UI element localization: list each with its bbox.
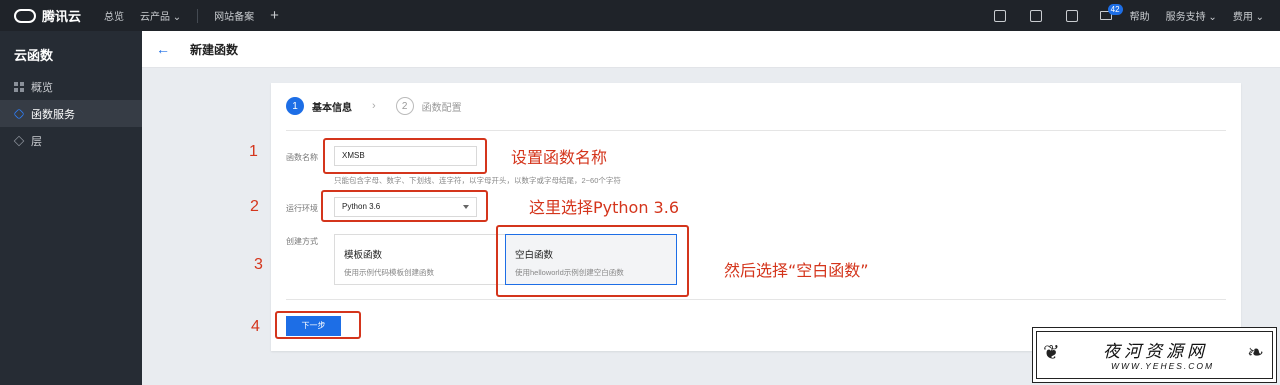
page-title: 新建函数 bbox=[190, 42, 239, 57]
function-name-label: 函数名称 bbox=[286, 153, 318, 162]
chevron-right-icon: › bbox=[372, 100, 376, 112]
brand-logo[interactable]: 腾讯云 bbox=[0, 6, 96, 25]
annotation-box-name bbox=[323, 138, 487, 174]
back-arrow-icon[interactable]: ← bbox=[156, 41, 170, 57]
sidebar-item-label: 函数服务 bbox=[31, 108, 75, 121]
page-header: ← 新建函数 bbox=[142, 31, 1280, 68]
runtime-label: 运行环境 bbox=[286, 204, 318, 213]
apps-icon[interactable] bbox=[993, 9, 1006, 22]
brand-name: 腾讯云 bbox=[42, 9, 82, 24]
create-method-label: 创建方式 bbox=[286, 237, 318, 246]
support-menu[interactable]: 服务支持 ⌄ bbox=[1166, 8, 1217, 23]
step-1-number: 1 bbox=[286, 97, 304, 115]
nav-products[interactable]: 云产品 ⌄ bbox=[140, 8, 181, 23]
add-shortcut-icon[interactable]: + bbox=[270, 7, 279, 24]
annotation-number: 1 bbox=[249, 143, 258, 160]
sidebar-item-functions[interactable]: 函数服务 bbox=[0, 100, 142, 127]
option-desc: 使用示例代码模板创建函数 bbox=[344, 268, 434, 277]
option-title: 模板函数 bbox=[344, 250, 383, 261]
layers-icon bbox=[13, 135, 25, 146]
sidebar-item-label: 层 bbox=[31, 135, 42, 148]
cloud-logo-icon bbox=[14, 8, 36, 23]
divider bbox=[286, 299, 1226, 300]
watermark-logo: ❦ ❧ 夜河资源网 WWW.YEHES.COM bbox=[1032, 327, 1277, 383]
sidebar-item-layers[interactable]: 层 bbox=[0, 127, 142, 154]
step-1-label: 基本信息 bbox=[312, 102, 352, 114]
nav-divider bbox=[197, 8, 199, 23]
sidebar-title: 云函数 bbox=[14, 48, 54, 63]
messages-button[interactable]: 42 bbox=[1099, 4, 1123, 20]
watermark-url: WWW.YEHES.COM bbox=[1111, 361, 1215, 371]
template-function-option[interactable]: 模板函数 使用示例代码模板创建函数 bbox=[334, 234, 506, 285]
swirl-ornament-icon: ❦ bbox=[1043, 340, 1060, 364]
step-2-label: 函数配置 bbox=[421, 102, 462, 114]
sidebar-item-label: 概览 bbox=[31, 81, 53, 94]
billing-menu[interactable]: 费用 ⌄ bbox=[1233, 8, 1264, 23]
annotation-number: 2 bbox=[250, 198, 259, 215]
annotation-box-next bbox=[275, 311, 361, 339]
grid-icon bbox=[14, 81, 24, 92]
steps-indicator: 1 基本信息 › 2 函数配置 bbox=[286, 97, 462, 115]
function-icon bbox=[13, 107, 25, 120]
sidebar-item-overview[interactable]: 概览 bbox=[0, 73, 142, 100]
step-2-number: 2 bbox=[395, 97, 414, 115]
document-icon[interactable] bbox=[1065, 9, 1078, 22]
watermark-title: 夜河资源网 bbox=[1103, 342, 1208, 362]
function-name-hint: 只能包含字母、数字、下划线、连字符，以字母开头，以数字或字母结尾，2~60个字符 bbox=[334, 176, 621, 185]
annotation-text: 设置函数名称 bbox=[511, 148, 608, 167]
annotation-number: 3 bbox=[254, 256, 263, 273]
divider bbox=[286, 130, 1226, 131]
top-navbar: 腾讯云 总览 云产品 ⌄ 网站备案 + 42 帮助 服务支持 ⌄ 费用 ⌄ bbox=[0, 0, 1280, 31]
nav-icp[interactable]: 网站备案 bbox=[214, 8, 254, 23]
qr-code-icon[interactable] bbox=[1029, 9, 1042, 22]
help-link[interactable]: 帮助 bbox=[1130, 8, 1150, 23]
sidebar: 云函数 概览 函数服务 层 bbox=[0, 31, 142, 385]
annotation-box-blank bbox=[496, 225, 689, 297]
annotation-text: 这里选择Python 3.6 bbox=[529, 198, 679, 217]
nav-overview[interactable]: 总览 bbox=[104, 8, 124, 23]
message-count-badge: 42 bbox=[1107, 4, 1123, 15]
annotation-box-runtime bbox=[321, 190, 488, 222]
annotation-text: 然后选择“空白函数” bbox=[724, 261, 869, 280]
annotation-number: 4 bbox=[251, 318, 260, 335]
swirl-ornament-icon: ❧ bbox=[1247, 340, 1264, 364]
